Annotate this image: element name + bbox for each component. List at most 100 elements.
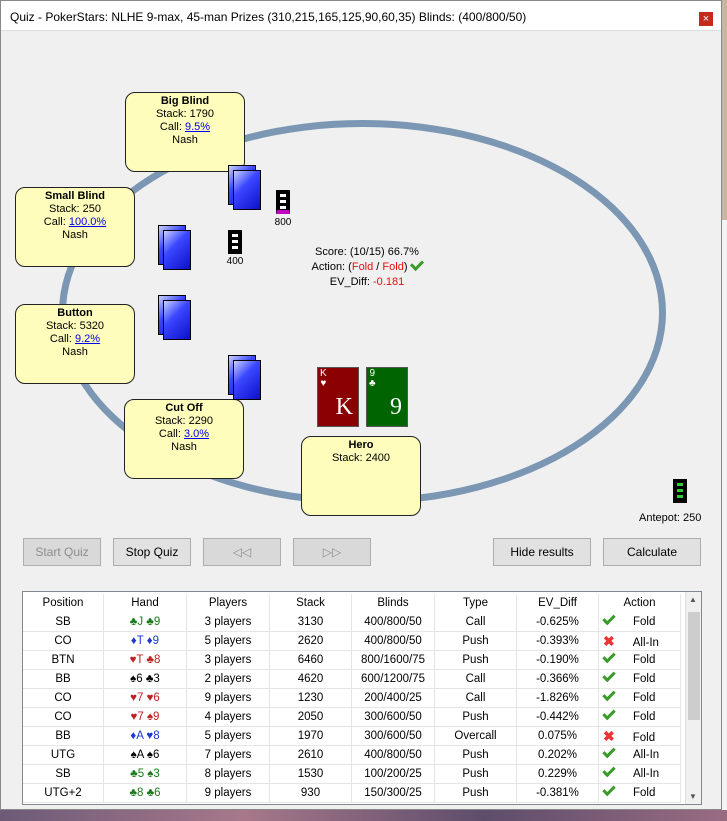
table-row[interactable]: BB ♠6 ♣3 2 players 4620 600/1200/75 Call -0.36…: [23, 668, 681, 689]
cross-icon: ✖: [603, 633, 615, 649]
seat-name: Button: [57, 307, 93, 319]
table-row[interactable]: CO ♥7 ♥6 9 players 1230 200/400/25 Call -1.826…: [23, 687, 681, 708]
table-row[interactable]: SB ♣5 ♠3 8 players 1530 100/200/25 Push 0.229%…: [23, 763, 681, 784]
chip-stack-icon: [228, 230, 242, 254]
seat-mode: Nash: [172, 134, 198, 146]
seat-big-blind: Big Blind Stack: 1790 Call: 9.5% Nash: [125, 92, 245, 172]
action-line: Action: (Fold / Fold): [297, 256, 437, 275]
pos-cell: BB: [23, 727, 104, 746]
hide-results-button[interactable]: Hide results: [493, 538, 591, 566]
call-range-link[interactable]: 100.0%: [69, 216, 106, 228]
type-cell: Push: [435, 632, 517, 651]
start-quiz-button[interactable]: Start Quiz: [23, 538, 101, 566]
action-close: ): [403, 261, 408, 273]
previous-button[interactable]: ◁◁: [203, 538, 281, 566]
check-icon: [602, 687, 616, 702]
action-cell: Fold: [599, 649, 681, 670]
players-cell: 9 players: [187, 689, 270, 708]
hand-cell: ♣8 ♣6: [104, 784, 187, 803]
table-row[interactable]: UTG ♠A ♠6 7 players 2610 400/800/50 Push 0.202…: [23, 744, 681, 765]
column-header[interactable]: Position: [23, 594, 104, 613]
action-text: Fold: [633, 692, 656, 704]
column-header[interactable]: Blinds: [352, 594, 435, 613]
players-cell: 3 players: [187, 613, 270, 632]
seat-stack: Stack: 2290: [154, 415, 214, 427]
stack-cell: 1230: [270, 689, 352, 708]
type-cell: Push: [435, 708, 517, 727]
pos-cell: SB: [23, 765, 104, 784]
card-suit: ♣: [369, 378, 376, 389]
type-cell: Push: [435, 651, 517, 670]
table-row[interactable]: UTG+2 ♣8 ♣6 9 players 930 150/300/25 Push -0.3…: [23, 782, 681, 803]
hero-card-1: K ♥ K: [317, 367, 359, 427]
stack-cell: 6460: [270, 651, 352, 670]
seat-stack: Stack: 250: [49, 203, 101, 215]
column-header[interactable]: Stack: [270, 594, 352, 613]
scrollbar-thumb[interactable]: [688, 612, 700, 720]
table-row[interactable]: CO ♥7 ♠9 4 players 2050 300/600/50 Push -0.442…: [23, 706, 681, 727]
ev-line: EV_Diff: -0.181: [297, 275, 437, 290]
check-icon: [602, 706, 616, 721]
seat-stack: Stack: 5320: [45, 320, 105, 332]
card-rank: 9: [390, 394, 402, 420]
table-row[interactable]: BB ♦A ♥8 5 players 1970 300/600/50 Overcall 0.…: [23, 727, 681, 746]
hero-card-2: 9 ♣ 9: [366, 367, 408, 427]
table-row[interactable]: SB ♣J ♣9 3 players 3130 400/800/50 Call -0.625…: [23, 611, 681, 632]
scroll-up-icon[interactable]: ▲: [689, 595, 697, 604]
seat-stack: Stack: 2400: [331, 452, 391, 464]
card-back-icon: [158, 295, 192, 341]
table-header: Position Hand Players Stack Blinds Type EV_Dif…: [23, 594, 681, 613]
column-header[interactable]: EV_Diff: [517, 594, 599, 613]
call-range-link[interactable]: 3.0%: [184, 428, 209, 440]
ev-value: -0.181: [373, 276, 405, 288]
column-header[interactable]: Players: [187, 594, 270, 613]
action-a: Fold: [351, 261, 374, 273]
column-header[interactable]: Hand: [104, 594, 187, 613]
column-header[interactable]: Type: [435, 594, 517, 613]
close-icon[interactable]: ×: [699, 12, 713, 26]
antepot-chip-icon: [673, 479, 687, 503]
call-label: Call:: [49, 333, 72, 345]
scroll-down-icon[interactable]: ▼: [689, 792, 697, 801]
ev-cell: -0.625%: [517, 613, 599, 632]
ev-cell: -0.442%: [517, 708, 599, 727]
action-cell: Fold: [599, 611, 681, 632]
hand-cell: ♠6 ♣3: [104, 670, 187, 689]
desktop-strip: [0, 810, 727, 821]
call-range-link[interactable]: 9.2%: [75, 333, 100, 345]
chip-stack-icon: [276, 190, 290, 214]
vertical-scrollbar[interactable]: ▲ ▼: [685, 592, 701, 804]
check-icon: [602, 668, 616, 683]
type-cell: Overcall: [435, 727, 517, 746]
ev-cell: 0.229%: [517, 765, 599, 784]
stack-cell: 930: [270, 784, 352, 803]
stack-cell: 1970: [270, 727, 352, 746]
next-button[interactable]: ▷▷: [293, 538, 371, 566]
hand-cell: ♠A ♠6: [104, 746, 187, 765]
sb-bet-amount: 400: [226, 256, 244, 267]
column-header[interactable]: Action: [599, 594, 681, 613]
call-range-link[interactable]: 9.5%: [185, 121, 210, 133]
blinds-cell: 800/1600/75: [352, 651, 435, 670]
blinds-cell: 400/800/50: [352, 746, 435, 765]
stop-quiz-button[interactable]: Stop Quiz: [113, 538, 191, 566]
players-cell: 3 players: [187, 651, 270, 670]
cross-icon: ✖: [603, 728, 615, 744]
blinds-cell: 300/600/50: [352, 708, 435, 727]
pos-cell: UTG: [23, 746, 104, 765]
pos-cell: BTN: [23, 651, 104, 670]
calculate-button[interactable]: Calculate: [603, 538, 701, 566]
table-row[interactable]: BTN ♥T ♣8 3 players 6460 800/1600/75 Push -0.1…: [23, 649, 681, 670]
seat-button: Button Stack: 5320 Call: 9.2% Nash: [15, 304, 135, 384]
seat-cut-off: Cut Off Stack: 2290 Call: 3.0% Nash: [124, 399, 244, 479]
action-cell: Fold: [599, 668, 681, 689]
blinds-cell: 300/600/50: [352, 727, 435, 746]
type-cell: Call: [435, 670, 517, 689]
stack-cell: 2620: [270, 632, 352, 651]
blinds-cell: 200/400/25: [352, 689, 435, 708]
seat-mode: Nash: [62, 229, 88, 241]
seat-name: Big Blind: [160, 95, 210, 107]
pos-cell: CO: [23, 689, 104, 708]
action-text: Fold: [633, 673, 656, 685]
table-row[interactable]: CO ♦T ♦9 5 players 2620 400/800/50 Push -0.393…: [23, 632, 681, 651]
